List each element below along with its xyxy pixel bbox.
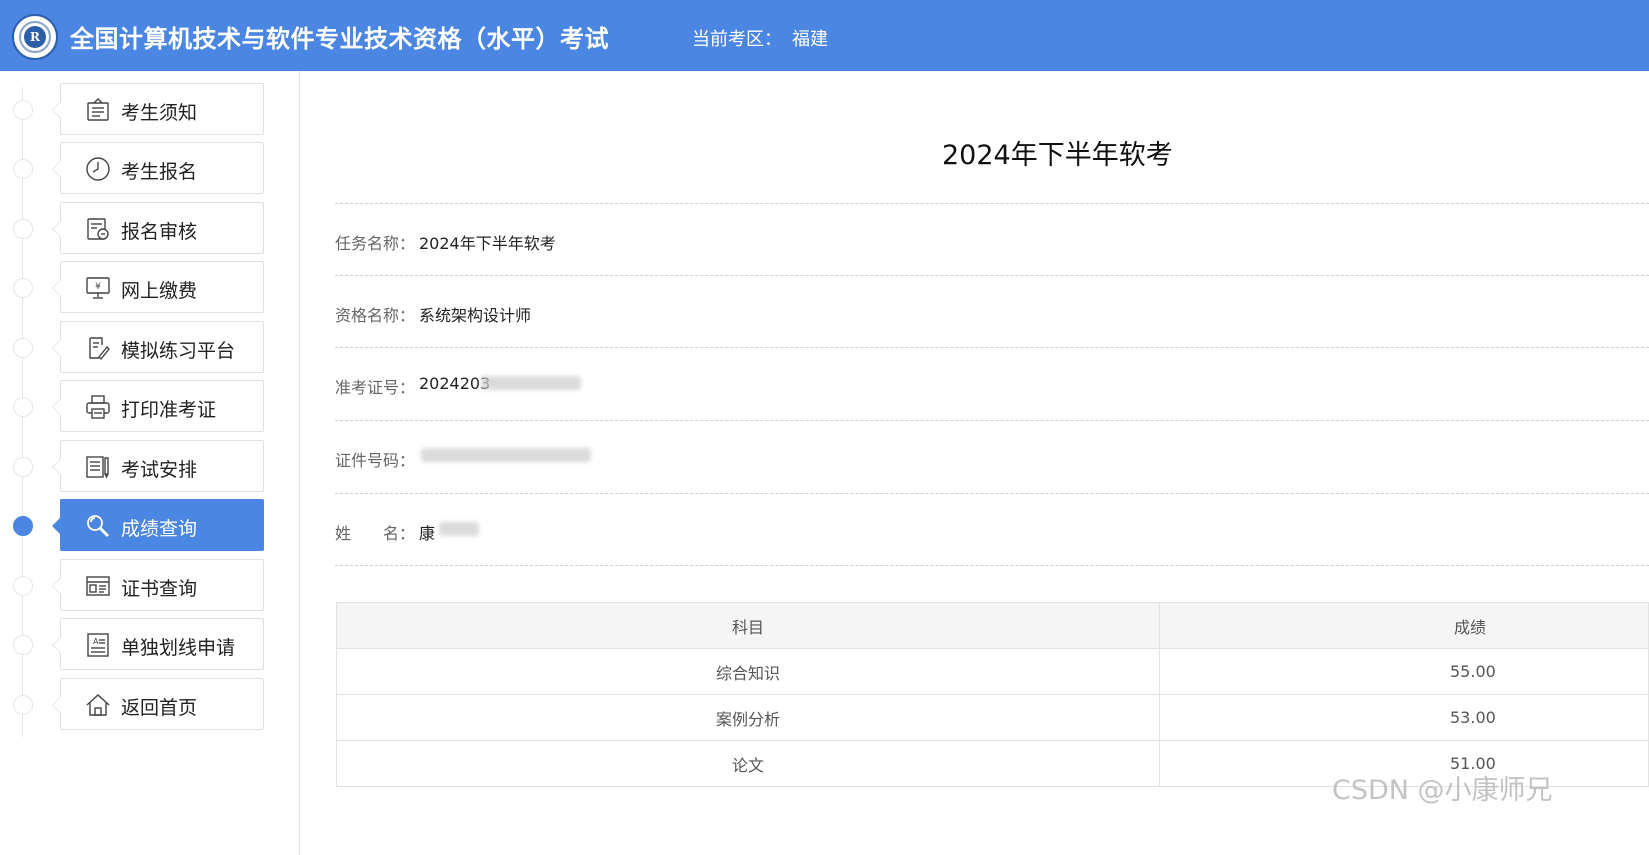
timeline-dot bbox=[13, 457, 33, 477]
nav-card[interactable]: 考生须知 bbox=[52, 83, 264, 135]
info-row-ticket-number: 准考证号： 2024203 bbox=[335, 347, 1649, 419]
nav-label: 网上缴费 bbox=[121, 280, 198, 302]
column-header-subject: 科目 bbox=[336, 602, 1160, 649]
nav-label: 返回首页 bbox=[121, 697, 198, 719]
site-logo[interactable]: R bbox=[12, 14, 58, 60]
sidebar-item-practice[interactable]: 模拟练习平台 bbox=[0, 321, 300, 375]
nav-card[interactable]: 打印准考证 bbox=[52, 380, 264, 432]
nav-label: 考生报名 bbox=[121, 161, 198, 183]
svg-text:A: A bbox=[93, 637, 99, 646]
sidebar-item-notice[interactable]: 考生须知 bbox=[0, 83, 300, 137]
field-label: 准考证号： bbox=[335, 378, 416, 397]
application-form-icon: A bbox=[85, 632, 111, 658]
schedule-document-icon bbox=[85, 454, 111, 480]
subject-cell: 论文 bbox=[336, 740, 1160, 787]
info-row-name: 姓 名： 康 bbox=[335, 493, 1649, 565]
score-table: 科目 成绩 综合知识 55.00 案例分析 53.00 论文 51.00 bbox=[336, 602, 1649, 787]
info-row-task: 任务名称： 2024年下半年软考 bbox=[335, 203, 1649, 275]
current-region: 当前考区： 福建 bbox=[692, 25, 828, 51]
timeline-dot bbox=[13, 219, 33, 239]
field-value: 2024203 bbox=[419, 374, 491, 393]
review-document-icon bbox=[85, 216, 111, 242]
field-value: 康 bbox=[419, 524, 436, 543]
sidebar-item-payment[interactable]: ¥ 网上缴费 bbox=[0, 261, 300, 315]
table-header-row: 科目 成绩 bbox=[336, 602, 1649, 649]
nav-label: 模拟练习平台 bbox=[121, 340, 236, 362]
sidebar-item-separate-line[interactable]: A 单独划线申请 bbox=[0, 618, 300, 672]
home-icon bbox=[85, 692, 111, 718]
divider bbox=[335, 565, 1649, 566]
nav-label: 考生须知 bbox=[121, 102, 198, 124]
top-header: R 全国计算机技术与软件专业技术资格（水平）考试 当前考区： 福建 bbox=[0, 0, 1649, 71]
sidebar-nav: 考生须知 考生报名 报名审核 ¥ 网上缴费 模拟练习平台 打印准考证 考试安排 … bbox=[0, 71, 300, 855]
nav-label: 成绩查询 bbox=[121, 518, 198, 540]
timeline-dot bbox=[13, 576, 33, 596]
field-label: 资格名称： bbox=[335, 306, 416, 325]
sidebar-item-review[interactable]: 报名审核 bbox=[0, 202, 300, 256]
nav-card[interactable]: 证书查询 bbox=[52, 559, 264, 611]
nav-label: 报名审核 bbox=[121, 221, 198, 243]
nav-label: 考试安排 bbox=[121, 459, 198, 481]
search-icon bbox=[85, 513, 111, 539]
field-value: 2024年下半年软考 bbox=[419, 234, 556, 253]
site-title: 全国计算机技术与软件专业技术资格（水平）考试 bbox=[70, 25, 609, 53]
nav-card[interactable]: 成绩查询 bbox=[52, 499, 264, 551]
field-label: 证件号码： bbox=[335, 451, 416, 470]
table-row: 案例分析 53.00 bbox=[336, 694, 1649, 741]
timeline-dot bbox=[13, 338, 33, 358]
sidebar-item-score-query[interactable]: 成绩查询 bbox=[0, 499, 300, 553]
score-cell: 53.00 bbox=[1159, 694, 1649, 741]
watermark: CSDN @小康师兄 bbox=[1332, 775, 1553, 806]
redacted-mask bbox=[421, 448, 591, 462]
info-row-qualification: 资格名称： 系统架构设计师 bbox=[335, 275, 1649, 347]
redacted-mask bbox=[439, 522, 479, 536]
timeline-dot bbox=[13, 100, 33, 120]
nav-card[interactable]: 考生报名 bbox=[52, 142, 264, 194]
subject-cell: 案例分析 bbox=[336, 694, 1160, 741]
sidebar-item-home[interactable]: 返回首页 bbox=[0, 678, 300, 732]
nav-label: 证书查询 bbox=[121, 578, 198, 600]
timeline-dot-active bbox=[13, 516, 33, 536]
clock-icon bbox=[85, 156, 111, 182]
sidebar-item-registration[interactable]: 考生报名 bbox=[0, 142, 300, 196]
nav-card[interactable]: ¥ 网上缴费 bbox=[52, 261, 264, 313]
sidebar-item-certificate[interactable]: 证书查询 bbox=[0, 559, 300, 613]
table-row: 综合知识 55.00 bbox=[336, 648, 1649, 695]
svg-text:¥: ¥ bbox=[95, 282, 101, 292]
region-label: 当前考区： bbox=[692, 29, 782, 50]
payment-monitor-icon: ¥ bbox=[85, 275, 111, 301]
timeline-dot bbox=[13, 695, 33, 715]
nav-card[interactable]: 报名审核 bbox=[52, 202, 264, 254]
printer-icon bbox=[85, 394, 111, 420]
certificate-icon bbox=[85, 573, 111, 599]
sidebar-item-schedule[interactable]: 考试安排 bbox=[0, 440, 300, 494]
subject-cell: 综合知识 bbox=[336, 648, 1160, 695]
notice-board-icon bbox=[85, 97, 111, 123]
score-cell: 55.00 bbox=[1159, 648, 1649, 695]
nav-label: 单独划线申请 bbox=[121, 637, 236, 659]
field-label: 任务名称： bbox=[335, 234, 416, 253]
timeline-dot bbox=[13, 397, 33, 417]
timeline-dot bbox=[13, 278, 33, 298]
nav-card[interactable]: A 单独划线申请 bbox=[52, 618, 264, 670]
field-label: 姓 名： bbox=[335, 524, 416, 543]
logo-letter: R bbox=[24, 26, 46, 48]
sidebar-item-print-ticket[interactable]: 打印准考证 bbox=[0, 380, 300, 434]
info-row-id-number: 证件号码： bbox=[335, 420, 1649, 492]
timeline-dot bbox=[13, 159, 33, 179]
nav-card[interactable]: 返回首页 bbox=[52, 678, 264, 730]
region-value: 福建 bbox=[792, 29, 828, 50]
nav-card[interactable]: 模拟练习平台 bbox=[52, 321, 264, 373]
timeline-dot bbox=[13, 635, 33, 655]
edit-practice-icon bbox=[85, 335, 111, 361]
page-title: 2024年下半年软考 bbox=[942, 140, 1173, 171]
nav-card[interactable]: 考试安排 bbox=[52, 440, 264, 492]
nav-label: 打印准考证 bbox=[121, 399, 217, 421]
field-value: 系统架构设计师 bbox=[419, 306, 532, 325]
column-header-score: 成绩 bbox=[1159, 602, 1649, 649]
redacted-mask bbox=[481, 376, 581, 390]
